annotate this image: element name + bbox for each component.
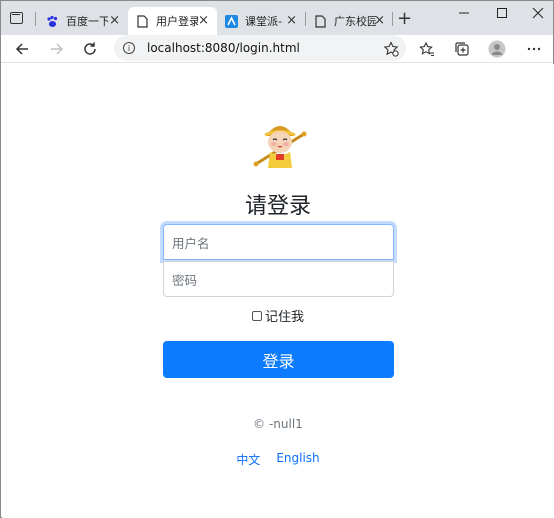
- page-icon: [314, 14, 327, 28]
- remember-checkbox[interactable]: [251, 310, 262, 321]
- copyright-text: © -null1: [253, 417, 303, 431]
- favorites-icon[interactable]: [417, 39, 437, 59]
- close-icon[interactable]: ×: [374, 13, 385, 29]
- login-button[interactable]: 登录: [163, 341, 394, 378]
- tab-title: 用户登录: [156, 15, 198, 28]
- page-title: 请登录: [244, 194, 311, 219]
- address-bar[interactable]: i localhost:8080/login.html: [114, 35, 406, 61]
- tab-login[interactable]: 用户登录 ×: [128, 7, 217, 35]
- window-menu-icon[interactable]: [10, 12, 23, 24]
- back-icon[interactable]: [12, 39, 32, 59]
- close-icon[interactable]: ×: [286, 13, 297, 29]
- remember-me[interactable]: 记住我: [2, 306, 554, 325]
- page-icon: [136, 14, 149, 28]
- info-icon[interactable]: i: [123, 42, 135, 54]
- tab-title: 百度一下: [66, 15, 108, 28]
- tab-guangdong[interactable]: 广东校园 ×: [306, 7, 393, 35]
- address-text: localhost:8080/login.html: [147, 41, 300, 55]
- tab-title: 广东校园: [334, 15, 376, 28]
- remember-label: 记住我: [264, 310, 304, 325]
- tab-ketangpai[interactable]: 课堂派- ×: [217, 7, 305, 35]
- language-switcher: 中文 English: [2, 451, 554, 468]
- close-icon[interactable]: ×: [198, 13, 209, 29]
- language-link-en[interactable]: English: [276, 451, 319, 468]
- forward-icon[interactable]: [47, 39, 67, 59]
- close-icon[interactable]: ×: [109, 13, 120, 29]
- minimize-icon[interactable]: [457, 5, 471, 19]
- browser-window: 百度一下 × 用户登录 × 课堂派- × 广东校园 × + i localhos…: [0, 0, 554, 518]
- tab-strip: 百度一下 × 用户登录 × 课堂派- × 广东校园 × +: [1, 1, 553, 35]
- login-page: 请登录 用户名 密码 记住我 登录 © -null1 中文 English: [2, 64, 554, 518]
- tab-title: 课堂派-: [245, 15, 282, 28]
- tab-baidu[interactable]: 百度一下 ×: [38, 7, 128, 35]
- tab-separator: [35, 12, 36, 26]
- language-link-zh[interactable]: 中文: [236, 451, 260, 468]
- ketangpai-icon: [225, 14, 238, 28]
- tab-separator: [392, 12, 393, 26]
- browser-toolbar: i localhost:8080/login.html: [1, 35, 553, 63]
- collections-icon[interactable]: [452, 39, 472, 59]
- username-input[interactable]: 用户名: [163, 224, 394, 260]
- more-menu-icon[interactable]: [524, 39, 544, 59]
- profile-avatar-icon[interactable]: [487, 39, 507, 59]
- close-window-icon[interactable]: [531, 5, 545, 19]
- new-tab-button[interactable]: +: [397, 9, 412, 29]
- password-input[interactable]: 密码: [163, 261, 394, 297]
- favorite-star-add-icon[interactable]: [381, 39, 401, 59]
- baidu-paw-icon: [46, 15, 59, 28]
- monkey-king-logo: [252, 114, 308, 170]
- maximize-icon[interactable]: [495, 5, 509, 19]
- reload-icon[interactable]: [80, 39, 100, 59]
